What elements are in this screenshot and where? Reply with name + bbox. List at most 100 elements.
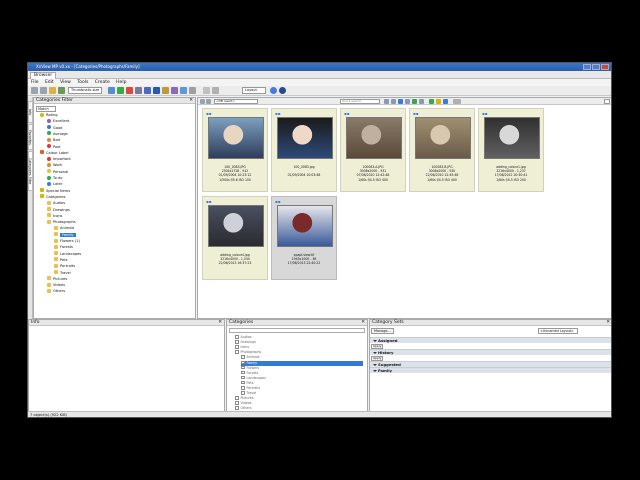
quick-search-input[interactable]: Quick search [340, 99, 380, 104]
compare-icon[interactable] [144, 87, 151, 94]
close-icon[interactable]: ✕ [606, 320, 610, 326]
manage-button[interactable]: Manage... [371, 328, 394, 334]
thumbnail-item[interactable]: ▪▪ 100083.B.JPG 3008x2000 - 930 22/06/2010 … [409, 108, 475, 192]
menu-tools[interactable]: Tools [77, 80, 88, 85]
edit-icon[interactable] [162, 87, 169, 94]
filter-item[interactable]: Animals [54, 225, 74, 231]
menu-view[interactable]: View [60, 80, 71, 85]
filter-item[interactable]: Pictures [47, 276, 67, 282]
filter-item[interactable]: Pets [54, 257, 68, 263]
star-filter-icon[interactable] [436, 99, 441, 104]
filter-item[interactable]: Forests [54, 244, 73, 250]
minimize-button[interactable] [583, 64, 591, 70]
thumbnail-item[interactable]: ▪▪ adding_colour4.jpg 3216x4000 - 1,034 22/… [202, 196, 268, 280]
flag-icon[interactable]: ▪▪ [275, 111, 280, 116]
menu-file[interactable]: File [31, 80, 39, 85]
scroll-up-button[interactable] [604, 99, 610, 104]
filter-item[interactable]: To do [47, 175, 62, 181]
layout-dropdown[interactable]: <Unnamed Layout> [538, 328, 578, 334]
thumbnail-image[interactable] [208, 117, 264, 159]
close-icon[interactable]: ✕ [189, 98, 193, 104]
category-checkbox[interactable] [241, 360, 245, 364]
slideshow-icon[interactable] [153, 87, 160, 94]
flag-icon[interactable]: ▪▪ [344, 111, 349, 116]
maximize-button[interactable] [592, 64, 600, 70]
thumbnail-item[interactable]: ▪▪ 100083.A.JPG 3008x2000 - 931 07/08/2010 … [340, 108, 406, 192]
filter-item[interactable]: Family [54, 232, 76, 238]
path-field[interactable]: <DB result> [214, 99, 258, 104]
filter-item[interactable]: Poor [47, 144, 61, 150]
filter-item[interactable]: Good [47, 125, 62, 131]
thumbnail-item[interactable]: ▪▪ 100_0083.JPG 2304x1728 - 912 01/09/2004 … [202, 108, 268, 192]
filter-item[interactable]: Others [47, 288, 65, 294]
close-window-button[interactable] [601, 64, 609, 70]
tag-icon[interactable] [429, 99, 434, 104]
filter-item[interactable]: Portraits [54, 263, 75, 269]
thumbnail-item[interactable]: ▪▪ adding_colour1.jpg 3216x4000 - 1,237 17/… [478, 108, 544, 192]
filter-item[interactable]: Average [47, 131, 68, 137]
category-checkbox[interactable] [241, 375, 245, 380]
filter-item[interactable]: Colour Label [40, 150, 69, 156]
delete-icon[interactable] [126, 87, 133, 94]
flag-icon[interactable]: ▪▪ [482, 111, 487, 116]
filter-item[interactable]: Work [47, 162, 62, 168]
menu-edit[interactable]: Edit [45, 80, 54, 85]
info-icon[interactable] [270, 87, 277, 94]
flag-icon[interactable]: ▪▪ [206, 199, 211, 204]
forward-icon[interactable] [40, 87, 47, 94]
category-checkbox[interactable] [241, 355, 245, 359]
filter-item[interactable]: Drawings [47, 207, 70, 213]
sort-icon[interactable] [384, 99, 389, 104]
back-icon[interactable] [31, 87, 38, 94]
filter-item[interactable]: Excellent [47, 118, 69, 124]
help-icon[interactable] [279, 87, 286, 94]
flag-icon[interactable]: ▪▪ [413, 111, 418, 116]
filter-item[interactable]: Travel [54, 270, 71, 276]
filter-item[interactable]: Later [47, 181, 62, 187]
filter-item[interactable]: Personal [47, 169, 68, 175]
rotate-icon[interactable] [135, 87, 142, 94]
filter-item[interactable]: Important [47, 156, 71, 162]
filter-item[interactable]: Special Items [40, 188, 70, 194]
nav-up-icon[interactable] [391, 99, 396, 104]
category-checkbox[interactable] [235, 406, 239, 410]
thumbnail-image[interactable] [346, 117, 402, 159]
thumbnail-item[interactable]: ▪▪ ppapl-view.tif 1945x1000 - 38 17/06/2013… [271, 196, 337, 280]
thumbnail-image[interactable] [277, 205, 333, 247]
category-checkbox[interactable] [241, 365, 245, 370]
categories-search-input[interactable] [229, 328, 365, 333]
lock-icon[interactable] [203, 87, 210, 94]
close-icon[interactable]: ✕ [218, 320, 222, 326]
settings-icon[interactable] [189, 87, 196, 94]
category-checkbox[interactable] [235, 340, 239, 344]
folder-up-icon[interactable] [49, 87, 56, 94]
section-header[interactable]: History [370, 349, 611, 355]
filter-item[interactable]: Icons [47, 213, 62, 219]
section-header[interactable]: Assigned [370, 337, 611, 343]
close-icon[interactable]: ✕ [361, 320, 365, 326]
thumbnail-size-select[interactable]: Thumbnails size [68, 87, 102, 94]
thumbnail-image[interactable] [484, 117, 540, 159]
category-checkbox[interactable] [241, 391, 245, 395]
nav-home-icon[interactable] [398, 99, 403, 104]
category-checkbox[interactable] [235, 345, 239, 349]
flag-icon[interactable]: ▪▪ [275, 199, 280, 204]
category-checkbox[interactable] [235, 335, 239, 339]
share-icon[interactable] [180, 87, 187, 94]
nav-back-icon[interactable] [200, 99, 205, 104]
add-icon[interactable] [117, 87, 124, 94]
thumbnail-image[interactable] [415, 117, 471, 159]
nav-view-icon[interactable] [419, 99, 424, 104]
apply-button[interactable]: Apply [371, 343, 384, 349]
layout-select[interactable]: Layout [242, 87, 266, 94]
category-checkbox[interactable] [241, 386, 245, 390]
category-checkbox[interactable] [235, 396, 239, 400]
nav-refresh-icon[interactable] [405, 99, 410, 104]
section-header[interactable]: Family [370, 367, 611, 373]
refresh-icon[interactable] [58, 87, 65, 94]
nav-add-icon[interactable] [412, 99, 417, 104]
apply-button[interactable]: Apply [371, 355, 384, 361]
filter-item[interactable]: Audios [47, 200, 65, 206]
filter-item[interactable]: Bad [47, 137, 60, 143]
filter-item[interactable]: Videos [47, 282, 65, 288]
